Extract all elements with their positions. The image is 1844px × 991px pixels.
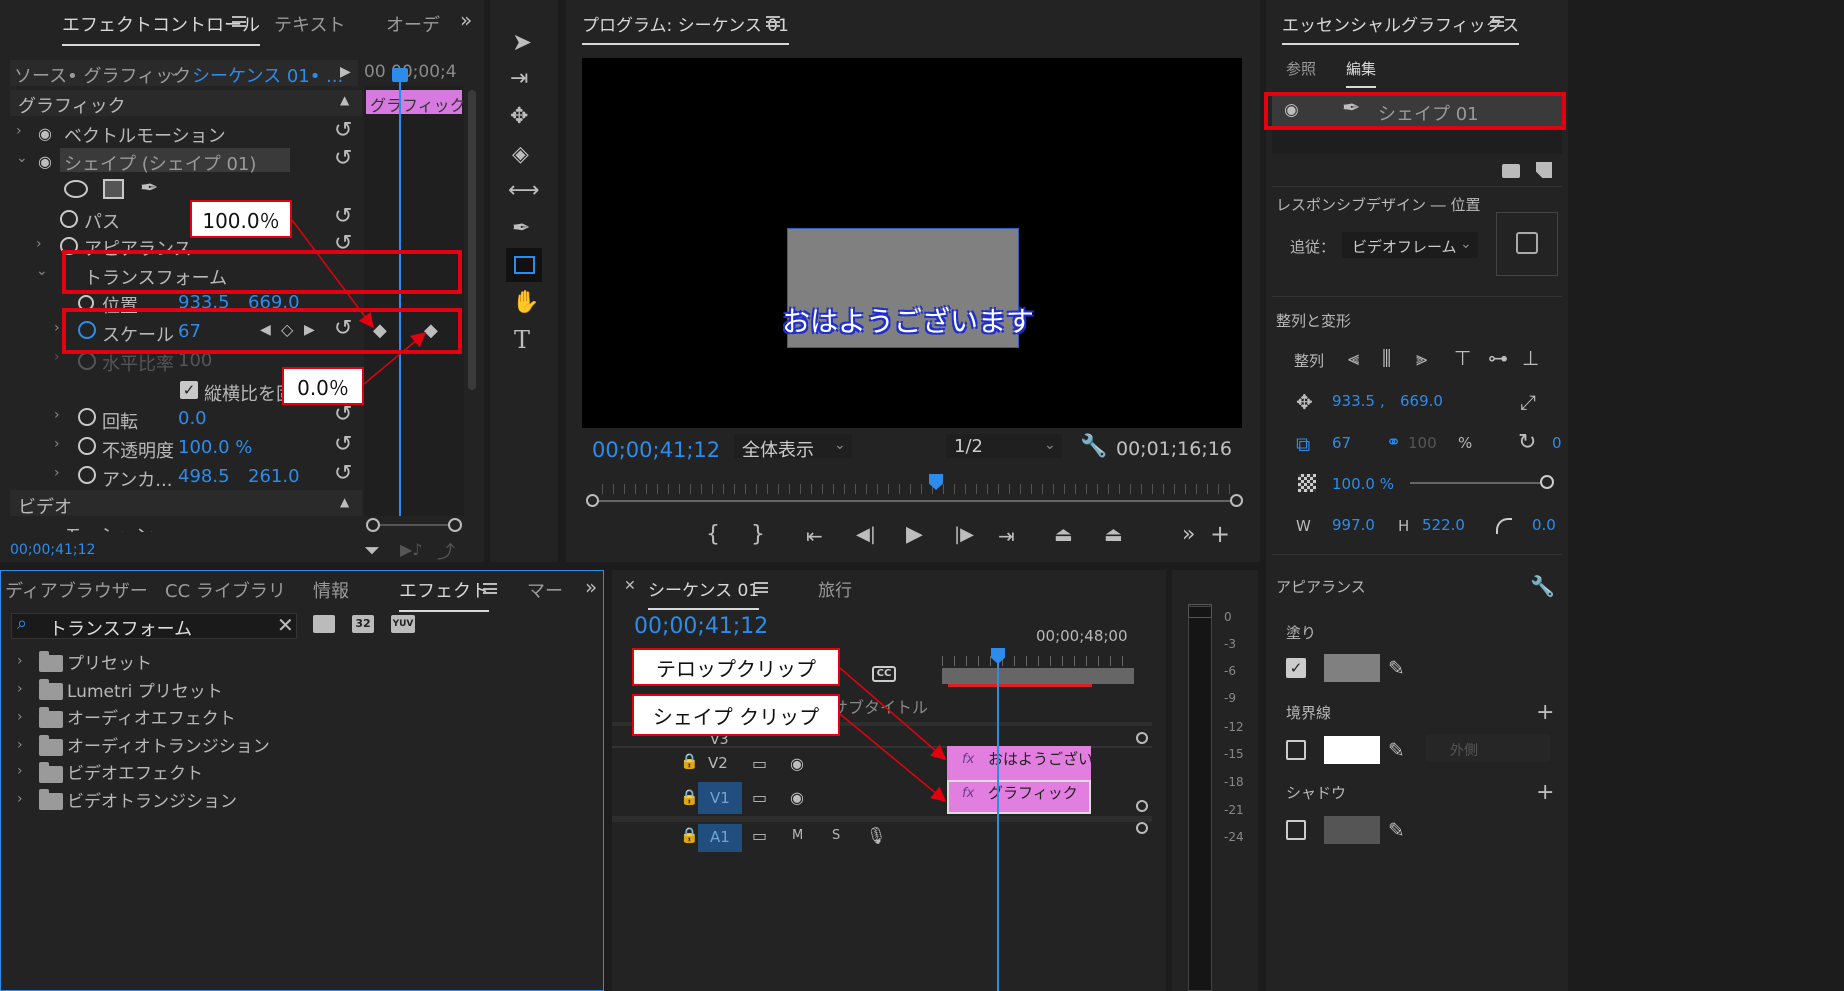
arrow-100-to-keyframe	[291, 219, 374, 329]
arrow-0-to-keyframe	[363, 332, 427, 385]
arrow-shape-to-v1	[839, 713, 947, 802]
annotation-arrows	[291, 219, 947, 802]
arrow-telop-to-v2	[839, 667, 947, 760]
